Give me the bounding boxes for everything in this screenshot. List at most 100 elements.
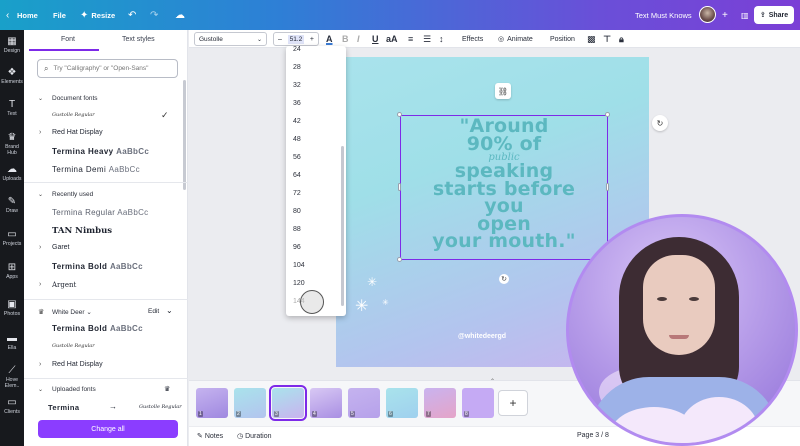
expand-chevron-icon[interactable]: › (39, 244, 41, 251)
resize-handle[interactable] (398, 183, 401, 191)
link-icon[interactable]: ⛓ (495, 83, 511, 99)
page-thumbnail[interactable]: 2 (234, 388, 266, 418)
page-thumbnail[interactable]: 5 (348, 388, 380, 418)
undo-icon[interactable]: ↶ (128, 0, 136, 30)
rail-item-brand-hub[interactable]: ♛ Brand Hub (0, 132, 24, 156)
font-item-red-hat-brand[interactable]: Red Hat Display (52, 361, 103, 368)
font-item-argent[interactable]: Argent (52, 281, 76, 289)
effects-button[interactable]: Effects (462, 30, 483, 48)
lock-icon[interactable]: 🔒︎ (619, 30, 624, 48)
notes-button[interactable]: ✎ Notes (197, 432, 223, 440)
page-thumbnail[interactable]: 4 (310, 388, 342, 418)
font-item-termina-bold[interactable]: Termina Bold AaBbCc (52, 262, 143, 271)
rail-item-elements[interactable]: ❖ Elements (0, 67, 24, 85)
page-thumbnail[interactable]: 8 (462, 388, 494, 418)
stats-icon[interactable]: ▥ (741, 0, 749, 30)
page-thumbnail-selected[interactable]: 3 (269, 385, 307, 421)
size-option[interactable]: 88 (293, 226, 301, 233)
decrease-size-button[interactable]: – (278, 36, 282, 43)
size-option[interactable]: 80 (293, 208, 301, 215)
quote-textbox[interactable]: "Around 90% of public speaking starts be… (400, 115, 608, 260)
size-option[interactable]: 96 (293, 244, 301, 251)
paint-format-icon[interactable]: ⊤ (603, 30, 611, 48)
font-search[interactable]: ⌕ (37, 59, 178, 78)
change-all-button[interactable]: Change all (38, 420, 178, 438)
add-collaborator-icon[interactable]: + (722, 0, 728, 30)
size-option[interactable]: 24 (293, 46, 301, 53)
avatar[interactable] (699, 6, 716, 23)
back-chevron-icon[interactable]: ‹ (6, 0, 9, 30)
rotate-handle-icon[interactable]: ↻ (499, 274, 509, 284)
size-option[interactable]: 36 (293, 100, 301, 107)
rail-item-draw[interactable]: ✎ Draw (0, 196, 24, 214)
font-item-gustolle[interactable]: Gustolle Regular (52, 112, 95, 118)
cloud-saved-icon[interactable]: ☁ (175, 0, 185, 30)
refresh-icon[interactable]: ↻ (652, 115, 668, 131)
size-option[interactable]: 72 (293, 190, 301, 197)
rail-item-projects[interactable]: ▭ Projects (0, 229, 24, 247)
font-size-stepper[interactable]: – 51.2 + (273, 32, 319, 46)
transparency-icon[interactable]: ▩ (587, 30, 596, 48)
size-option[interactable]: 32 (293, 82, 301, 89)
rail-item-clients[interactable]: ▭ Clients (0, 397, 24, 415)
resize-handle[interactable] (605, 112, 610, 117)
page-thumbnail[interactable]: 6 (386, 388, 418, 418)
font-item-garet[interactable]: Garet (52, 244, 70, 251)
font-size-input[interactable]: 51.2 (287, 34, 305, 44)
size-option[interactable]: 120 (293, 280, 305, 287)
add-page-button[interactable]: + (498, 390, 528, 416)
size-option[interactable]: 56 (293, 154, 301, 161)
edit-brand-link[interactable]: Edit (148, 308, 159, 315)
rail-item-design[interactable]: ▦ Design (0, 36, 24, 54)
underline-button[interactable]: U (372, 30, 379, 48)
resize-button[interactable]: ✦ Resize (80, 0, 115, 30)
rail-item-hove[interactable]: ⟋ Hove Elem.. (0, 365, 24, 389)
tab-font[interactable]: Font (61, 36, 75, 43)
size-option[interactable]: 104 (293, 262, 305, 269)
share-button[interactable]: ⇪ Share (754, 6, 794, 24)
increase-size-button[interactable]: + (310, 36, 314, 43)
tab-text-styles[interactable]: Text styles (122, 36, 155, 43)
font-item-gustolle-brand[interactable]: Gustolle Regular (52, 343, 95, 349)
font-item-red-hat[interactable]: Red Hat Display (52, 129, 103, 136)
list-button[interactable]: ☰ (423, 30, 431, 48)
expand-chevron-icon[interactable]: › (39, 361, 41, 368)
animate-button[interactable]: ◎ Animate (498, 30, 533, 48)
font-family-select[interactable]: Gustolle ⌄ (194, 32, 267, 46)
font-item-termina-demi[interactable]: Termina Demi AaBbCc (52, 165, 140, 174)
section-brand-kit[interactable]: White Deer ⌄ (52, 308, 92, 316)
font-item-termina-heavy[interactable]: Termina Heavy AaBbCc (52, 147, 149, 156)
collapse-icon[interactable]: ⌄ (166, 306, 173, 315)
home-button[interactable]: Home (17, 0, 38, 30)
resize-handle[interactable] (397, 112, 402, 117)
dropdown-scrollbar[interactable] (341, 146, 344, 306)
rail-item-ella[interactable]: ▬ Ella (0, 333, 24, 351)
resize-handle[interactable] (606, 183, 609, 191)
rail-item-text[interactable]: T Text (0, 99, 24, 117)
rail-item-photos[interactable]: ▣ Photos (0, 299, 24, 317)
redo-icon[interactable]: ↷ (150, 0, 158, 30)
font-item-termina-regular[interactable]: Termina Regular AaBbCc (52, 208, 148, 217)
rail-item-apps[interactable]: ⊞ Apps (0, 262, 24, 280)
font-search-input[interactable] (53, 65, 169, 72)
italic-button[interactable]: I (357, 30, 360, 48)
panel-scrollbar[interactable] (183, 80, 186, 190)
expand-chevron-icon[interactable]: › (39, 281, 41, 288)
file-menu[interactable]: File (53, 0, 66, 30)
align-button[interactable]: ≡ (408, 30, 413, 48)
collapse-icon[interactable]: ⌄ (38, 386, 43, 393)
expand-chevron-icon[interactable]: › (39, 129, 41, 136)
font-item-termina-bold-brand[interactable]: Termina Bold AaBbCc (52, 324, 143, 333)
collapse-strip-icon[interactable]: ⌃ (490, 378, 495, 385)
size-option[interactable]: 42 (293, 118, 301, 125)
position-button[interactable]: Position (550, 30, 575, 48)
case-button[interactable]: aA (386, 30, 398, 48)
font-item-tan-nimbus[interactable]: TAN Nimbus (52, 226, 112, 236)
size-option[interactable]: 64 (293, 172, 301, 179)
page-thumbnail[interactable]: 1 (196, 388, 228, 418)
page-thumbnail[interactable]: 7 (424, 388, 456, 418)
duration-button[interactable]: ◷ Duration (237, 432, 272, 440)
size-option[interactable]: 28 (293, 64, 301, 71)
spacing-button[interactable]: ↕ (439, 30, 444, 48)
resize-handle[interactable] (397, 257, 402, 262)
